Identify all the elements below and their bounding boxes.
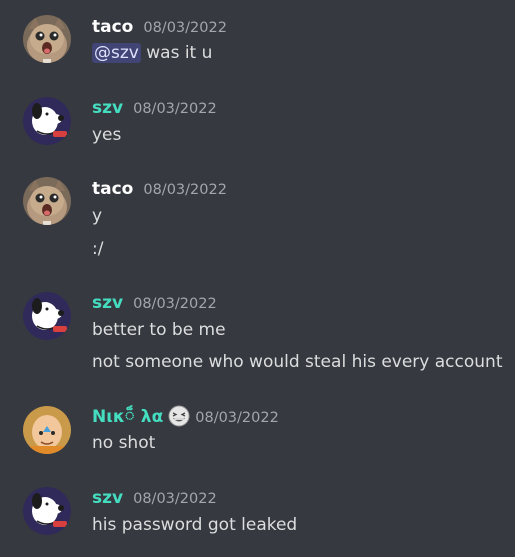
timestamp: 08/03/2022 (143, 20, 227, 36)
message-content: @szv was it u (92, 41, 212, 65)
message-text: :/ (92, 239, 104, 259)
message-content: :/ (92, 237, 103, 261)
grinning-squinting-face-icon (168, 405, 190, 427)
timestamp: 08/03/2022 (133, 491, 217, 507)
chat-messages: taco 08/03/2022 @szv was it u szv 08/03/20… (0, 0, 515, 557)
message-content: no shot (92, 431, 155, 455)
message-content: yes (92, 123, 121, 147)
timestamp: 08/03/2022 (133, 296, 217, 312)
message-text: not someone who would steal his every ac… (92, 352, 503, 372)
cat-avatar[interactable] (23, 15, 71, 63)
message-header: Νικ៏ λα 08/03/2022 (92, 405, 279, 427)
message-content: his password got leaked (92, 513, 297, 537)
message-header: szv 08/03/2022 (92, 487, 217, 509)
author-name[interactable]: taco (92, 17, 133, 37)
message-header: taco 08/03/2022 (92, 16, 227, 38)
author-name[interactable]: taco (92, 179, 133, 199)
message-text: his password got leaked (92, 515, 298, 535)
message-text: no shot (92, 433, 156, 453)
message-header: szv 08/03/2022 (92, 97, 217, 119)
message-content: y (92, 204, 102, 228)
cat-avatar[interactable] (23, 177, 71, 225)
timestamp: 08/03/2022 (195, 410, 279, 426)
message-header: szv 08/03/2022 (92, 292, 217, 314)
author-name[interactable]: Νικ៏ λα (92, 407, 163, 427)
message-text: y (92, 206, 103, 226)
author-name[interactable]: szv (92, 293, 123, 313)
message-text: better to be me (92, 320, 226, 340)
author-name[interactable]: szv (92, 488, 123, 508)
author-name[interactable]: szv (92, 98, 123, 118)
user-mention[interactable]: @szv (92, 43, 141, 63)
message-text: was it u (140, 43, 213, 63)
message-text: yes (92, 125, 122, 145)
timestamp: 08/03/2022 (143, 182, 227, 198)
snoopy-avatar[interactable] (23, 97, 71, 145)
message-content: better to be me (92, 318, 226, 342)
snoopy-avatar[interactable] (23, 487, 71, 535)
timestamp: 08/03/2022 (133, 101, 217, 117)
message-header: taco 08/03/2022 (92, 178, 227, 200)
message-content: not someone who would steal his every ac… (92, 350, 502, 374)
snoopy-avatar[interactable] (23, 292, 71, 340)
aang-avatar[interactable] (23, 406, 71, 454)
